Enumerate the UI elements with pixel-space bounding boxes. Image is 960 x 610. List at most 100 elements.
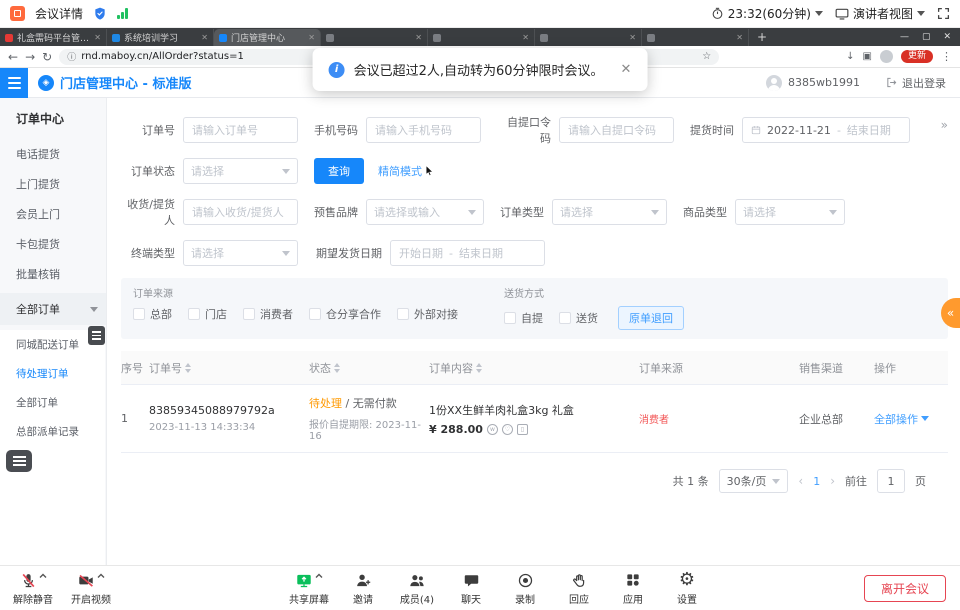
bookmark-star-icon[interactable]: ☆ — [702, 51, 711, 62]
ship-date-range[interactable]: 开始日期 - 结束日期 — [390, 240, 545, 266]
sidebar-item-hq-dispatch-records[interactable]: 总部派单记录 — [0, 417, 105, 446]
members-button[interactable]: 成员(4) — [396, 570, 438, 606]
next-page-button[interactable]: › — [830, 474, 835, 488]
back-icon[interactable]: ← — [8, 51, 18, 63]
settings-button[interactable]: ⚙ 设置 — [666, 570, 708, 606]
new-tab-button[interactable]: + — [757, 30, 767, 46]
record-button[interactable]: 录制 — [504, 570, 546, 606]
chevron-up-icon[interactable] — [97, 573, 105, 579]
tab-close-icon[interactable]: ✕ — [201, 33, 208, 42]
sidebar-item-pending-orders[interactable]: 待处理订单 — [0, 359, 105, 388]
forward-icon[interactable]: → — [25, 51, 35, 63]
browser-tab[interactable]: ✕ — [535, 29, 642, 46]
sidebar-item-door-pickup[interactable]: 上门提货 — [0, 169, 106, 199]
goods-type-select[interactable]: 请选择 — [735, 199, 845, 225]
user-account[interactable]: 8385wb1991 — [766, 75, 860, 91]
sidebar-item-all-orders[interactable]: 全部订单 — [0, 388, 105, 417]
col-order-no[interactable]: 订单号 — [149, 360, 309, 376]
sort-icon[interactable] — [185, 360, 191, 376]
checkbox-self-pickup[interactable]: 自提 — [504, 310, 543, 326]
extensions-icon[interactable]: ▣ — [863, 51, 872, 62]
checkbox-external[interactable]: 外部对接 — [397, 306, 458, 322]
checkbox-consumer[interactable]: 消费者 — [243, 306, 293, 322]
fullscreen-icon[interactable] — [937, 7, 950, 20]
receiver-input[interactable] — [183, 199, 298, 225]
site-info-icon[interactable]: ⓘ — [67, 50, 76, 63]
tab-close-icon[interactable]: ✕ — [308, 33, 315, 42]
logout-button[interactable]: 退出登录 — [886, 75, 946, 91]
apps-button[interactable]: 应用 — [612, 570, 654, 606]
pay-status: / 无需付款 — [346, 397, 397, 410]
window-minimize-button[interactable]: — — [900, 32, 909, 42]
browser-tab[interactable]: ✕ — [321, 29, 428, 46]
start-video-button[interactable]: 开启视频 — [70, 570, 112, 606]
share-screen-button[interactable]: 共享屏幕 — [288, 570, 330, 606]
sidebar-item-card-pickup[interactable]: 卡包提货 — [0, 229, 106, 259]
tab-close-icon[interactable]: ✕ — [415, 33, 422, 42]
browser-profile-avatar[interactable] — [880, 50, 893, 63]
tab-close-icon[interactable]: ✕ — [736, 33, 743, 42]
chrome-update-button[interactable]: 更新 — [901, 50, 933, 63]
browser-tab[interactable]: 礼盒需码平台管理中心✕ — [0, 29, 107, 46]
order-no-input[interactable] — [183, 117, 298, 143]
tab-close-icon[interactable]: ✕ — [629, 33, 636, 42]
download-icon[interactable]: ↓ — [846, 51, 854, 62]
view-mode-selector[interactable]: 演讲者视图 — [835, 5, 925, 22]
leave-meeting-button[interactable]: 离开会议 — [864, 575, 946, 602]
presale-brand-select[interactable]: 请选择或输入 — [366, 199, 484, 225]
cell-status: 待处理 / 无需付款 报价自提期限: 2023-11-16 — [309, 395, 429, 442]
col-content[interactable]: 订单内容 — [429, 360, 639, 376]
page-size-select[interactable]: 30条/页 — [719, 469, 789, 493]
collapse-filters-icon[interactable]: » — [941, 118, 946, 132]
current-page[interactable]: 1 — [813, 475, 820, 488]
toast-close-icon[interactable]: ✕ — [621, 62, 632, 77]
checkbox-hq[interactable]: 总部 — [133, 306, 172, 322]
browser-tab[interactable]: ✕ — [642, 29, 749, 46]
checkbox-warehouse-share[interactable]: 仓分享合作 — [309, 306, 381, 322]
tab-close-icon[interactable]: ✕ — [94, 33, 101, 42]
reactions-button[interactable]: 回应 — [558, 570, 600, 606]
pickup-code-input[interactable] — [559, 117, 674, 143]
checkbox-store[interactable]: 门店 — [188, 306, 227, 322]
col-channel: 销售渠道 — [799, 360, 874, 376]
window-maximize-button[interactable]: ▢ — [922, 32, 931, 42]
sidebar-group-all-orders[interactable]: 全部订单 — [0, 293, 106, 325]
sort-icon[interactable] — [476, 360, 482, 376]
order-status-select[interactable]: 请选择 — [183, 158, 298, 184]
simple-mode-link[interactable]: 精简模式 — [378, 163, 435, 179]
unmute-button[interactable]: 解除静音 — [12, 570, 54, 606]
sidebar-item-batch-verify[interactable]: 批量核销 — [0, 259, 106, 289]
browser-tab[interactable]: 系统培训学习✕ — [107, 29, 214, 46]
chat-button[interactable]: 聊天 — [450, 570, 492, 606]
sidebar-item-member-visit[interactable]: 会员上门 — [0, 199, 106, 229]
toast-message: 会议已超过2人,自动转为60分钟限时会议。 — [354, 60, 604, 79]
goto-page-input[interactable] — [877, 469, 905, 493]
sort-icon[interactable] — [334, 360, 340, 376]
phone-input[interactable] — [366, 117, 481, 143]
prev-page-button[interactable]: ‹ — [798, 474, 803, 488]
pickup-time-range[interactable]: 2022-11-21 - 结束日期 — [742, 117, 910, 143]
browser-tab[interactable]: ✕ — [428, 29, 535, 46]
original-order-return-button[interactable]: 原单退回 — [618, 306, 684, 330]
sidebar-toggle-button[interactable] — [0, 68, 28, 98]
chevron-up-icon[interactable] — [39, 573, 47, 579]
order-type-select[interactable]: 请选择 — [552, 199, 667, 225]
meeting-detail-label[interactable]: 会议详情 — [35, 5, 83, 22]
sidebar-drag-handle[interactable] — [88, 326, 105, 345]
query-button[interactable]: 查询 — [314, 158, 364, 184]
logout-icon — [886, 77, 897, 88]
floating-list-button[interactable] — [6, 450, 32, 472]
chevron-up-icon[interactable] — [315, 573, 323, 579]
browser-tab-active[interactable]: 门店管理中心✕ — [214, 29, 321, 46]
col-status[interactable]: 状态 — [309, 360, 429, 376]
browser-menu-icon[interactable]: ⋮ — [941, 50, 952, 63]
invite-button[interactable]: 邀请 — [342, 570, 384, 606]
checkbox-delivery[interactable]: 送货 — [559, 310, 598, 326]
tab-close-icon[interactable]: ✕ — [522, 33, 529, 42]
terminal-type-select[interactable]: 请选择 — [183, 240, 298, 266]
window-close-button[interactable]: ✕ — [943, 32, 951, 42]
meeting-timer[interactable]: 23:32(60分钟) — [711, 5, 823, 22]
all-actions-dropdown[interactable]: 全部操作 — [874, 411, 942, 427]
reload-icon[interactable]: ↻ — [42, 51, 52, 63]
sidebar-item-phone-pickup[interactable]: 电话提货 — [0, 139, 106, 169]
